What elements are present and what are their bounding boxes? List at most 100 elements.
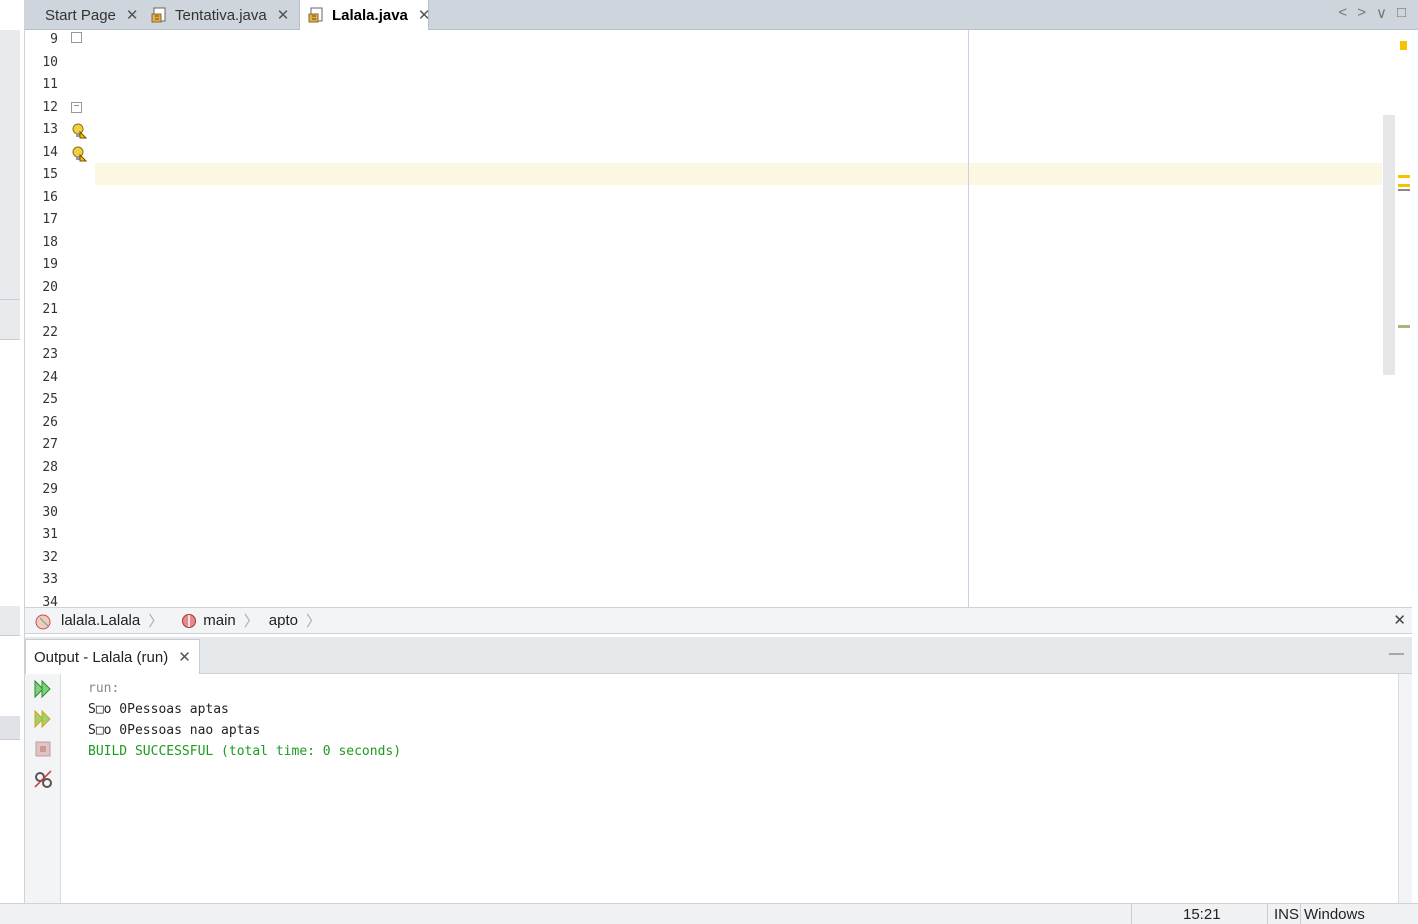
insert-mode[interactable]: INS (1274, 906, 1299, 923)
breadcrumb-method[interactable]: main 〉 (163, 610, 259, 631)
output-line: run: (88, 681, 120, 696)
line-number: 14 (42, 145, 58, 160)
line-number: 24 (42, 370, 58, 385)
chevron-right-icon[interactable]: > (1357, 4, 1366, 22)
tab-tentativa-java[interactable]: Tentativa.java ✕ (143, 0, 295, 30)
rerun-icon[interactable] (32, 678, 54, 700)
warning-bulb-icon[interactable] (71, 146, 88, 162)
caret-mark (1398, 189, 1410, 191)
close-icon[interactable]: ✕ (1393, 611, 1406, 629)
panel-edge[interactable] (0, 606, 20, 636)
output-window-header: Output - Lalala (run) ✕ — (25, 637, 1412, 674)
left-side-panel-strip (0, 0, 25, 924)
breadcrumb-class[interactable]: lalala.Lalala 〉 (25, 610, 163, 631)
line-number: 30 (42, 505, 58, 520)
editor-tab-bar: Start Page ✕ Tentativa.java ✕ Lalala.jav… (25, 0, 1418, 30)
line-number: 15 (42, 167, 58, 182)
line-number: 29 (42, 482, 58, 497)
tab-lalala-java[interactable]: Lalala.java ✕ (299, 0, 431, 30)
line-number: 22 (42, 325, 58, 340)
close-icon[interactable]: ✕ (277, 6, 290, 24)
error-stripe (1395, 30, 1412, 607)
tab-label: Start Page (45, 6, 116, 24)
breadcrumb: lalala.Lalala 〉 main 〉 apto 〉 ✕ (25, 607, 1412, 634)
output-vertical-scrollbar[interactable] (1398, 674, 1412, 903)
line-number: 28 (42, 460, 58, 475)
close-icon[interactable]: ✕ (178, 648, 191, 666)
line-number: 11 (42, 77, 58, 92)
line-number: 17 (42, 212, 58, 227)
tab-controls: < > ∨ □ (1338, 4, 1406, 22)
line-number: 10 (42, 55, 58, 70)
code-editor[interactable]: 9 10 11 12 13 14 15 16 17 18 19 20 21 22… (25, 30, 1412, 607)
line-number-gutter: 9 10 11 12 13 14 15 16 17 18 19 20 21 22… (25, 30, 63, 607)
output-line: BUILD SUCCESSFUL (total time: 0 seconds) (88, 744, 402, 759)
line-number: 20 (42, 280, 58, 295)
breadcrumb-field[interactable]: apto 〉 (259, 610, 321, 631)
status-divider (1267, 904, 1268, 924)
close-icon[interactable]: ✕ (418, 6, 431, 24)
warning-summary-mark[interactable] (1400, 41, 1407, 50)
breadcrumb-class-label: lalala.Lalala (61, 612, 141, 629)
settings-icon[interactable] (32, 768, 54, 790)
method-icon (182, 613, 197, 628)
minimize-icon[interactable]: — (1389, 645, 1404, 662)
navigator-panel-edge[interactable] (0, 300, 20, 340)
right-margin-guide (968, 30, 969, 607)
line-number: 16 (42, 190, 58, 205)
output-console[interactable]: run: S□o 0Pessoas aptas S□o 0Pessoas nao… (61, 674, 1398, 903)
panel-edge[interactable] (0, 716, 20, 740)
occurrence-mark[interactable] (1398, 325, 1410, 328)
maximize-icon[interactable]: □ (1397, 4, 1406, 22)
breadcrumb-field-label: apto (268, 612, 298, 629)
rerun-with-parameters-icon[interactable] (32, 708, 54, 730)
line-number: 12 (42, 100, 58, 115)
chevron-down-icon[interactable]: ∨ (1376, 4, 1387, 22)
class-icon (35, 614, 51, 629)
line-number: 13 (42, 122, 58, 137)
chevron-right-icon: 〉 (243, 613, 259, 630)
fold-collapse-icon[interactable]: − (71, 102, 82, 113)
line-number: 26 (42, 415, 58, 430)
chevron-right-icon: 〉 (305, 613, 321, 630)
status-bar: 15:21 INS Windows (CRLF) (0, 903, 1418, 924)
breadcrumb-method-label: main (203, 612, 236, 629)
output-tab-label: Output - Lalala (run) (34, 648, 169, 666)
line-number: 9 (50, 32, 58, 47)
output-toolbar (25, 674, 61, 903)
warning-mark[interactable] (1398, 184, 1410, 187)
line-number: 18 (42, 235, 58, 250)
caret-position[interactable]: 15:21 (1183, 906, 1221, 923)
line-number: 33 (42, 572, 58, 587)
tab-start-page[interactable]: Start Page ✕ (31, 0, 143, 30)
java-file-icon (151, 6, 169, 24)
tab-output[interactable]: Output - Lalala (run) ✕ (25, 639, 200, 674)
code-area[interactable] (95, 30, 1385, 607)
line-number: 27 (42, 437, 58, 452)
line-number: 32 (42, 550, 58, 565)
current-line-highlight (95, 163, 1382, 185)
line-number: 25 (42, 392, 58, 407)
warning-mark[interactable] (1398, 175, 1410, 178)
stop-icon[interactable] (32, 738, 54, 760)
line-endings[interactable]: Windows (CRLF) (1304, 906, 1418, 924)
tab-label: Tentativa.java (175, 6, 267, 24)
close-icon[interactable]: ✕ (126, 6, 139, 24)
warning-bulb-icon[interactable] (71, 123, 88, 139)
output-line: S□o 0Pessoas aptas (88, 702, 229, 717)
line-number: 19 (42, 257, 58, 272)
status-divider (1300, 904, 1301, 924)
fold-end-marker (71, 32, 82, 43)
projects-panel-edge[interactable] (0, 30, 20, 300)
java-file-icon (308, 6, 326, 24)
line-number: 23 (42, 347, 58, 362)
chevron-left-icon[interactable]: < (1338, 4, 1347, 22)
tab-label: Lalala.java (332, 6, 408, 24)
vertical-scrollbar-thumb[interactable] (1383, 115, 1395, 375)
chevron-right-icon: 〉 (148, 613, 164, 630)
line-number: 21 (42, 302, 58, 317)
line-number: 31 (42, 527, 58, 542)
status-divider (1131, 904, 1132, 924)
output-line: S□o 0Pessoas nao aptas (88, 723, 261, 738)
line-number: 34 (42, 595, 58, 607)
